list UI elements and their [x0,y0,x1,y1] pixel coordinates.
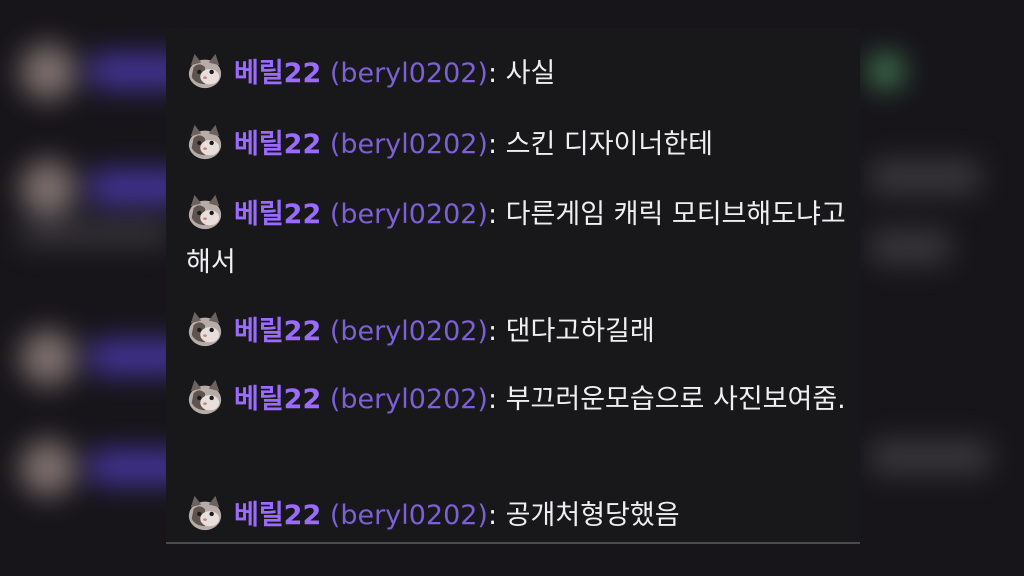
chat-message: 베릴22 (beryl0202): 다른게임 캐릭 모티브해도냐고해서 [186,191,862,287]
chat-panel: 베릴22 (beryl0202): 사실 베릴22 (beryl0202): 스… [166,28,860,544]
display-name[interactable]: 베릴22 [234,316,321,347]
cat-avatar-icon[interactable] [186,494,224,532]
chat-message: 베릴22 (beryl0202): 부끄러운모습으로 사진보여줌. [186,376,862,424]
message-separator: : [487,58,506,89]
message-separator: : [487,129,506,160]
message-text: 부끄러운모습으로 사진보여줌. [505,384,846,415]
cat-avatar-icon[interactable] [186,52,224,90]
login-name[interactable]: (beryl0202) [330,316,488,347]
message-separator: : [487,500,506,531]
display-name[interactable]: 베릴22 [234,129,321,160]
login-name[interactable]: (beryl0202) [330,384,488,415]
display-name[interactable]: 베릴22 [234,500,321,531]
message-separator: : [487,316,506,347]
display-name[interactable]: 베릴22 [234,58,321,89]
login-name[interactable]: (beryl0202) [330,199,488,230]
chat-message: 베릴22 (beryl0202): 공개처형당했음 [186,492,862,540]
display-name[interactable]: 베릴22 [234,199,321,230]
chat-screenshot: 베릴22 (beryl0202): 사실 베릴22 (beryl0202): 스… [0,0,1024,576]
login-name[interactable]: (beryl0202) [330,58,488,89]
chat-message: 베릴22 (beryl0202): 댄다고하길래 [186,308,862,356]
cat-avatar-icon[interactable] [186,378,224,416]
cat-avatar-icon[interactable] [186,193,224,231]
display-name[interactable]: 베릴22 [234,384,321,415]
login-name[interactable]: (beryl0202) [330,129,488,160]
message-text: 댄다고하길래 [505,316,655,347]
chat-message: 베릴22 (beryl0202): 스킨 디자이너한테 [186,121,862,169]
message-separator: : [487,199,506,230]
message-text: 공개처형당했음 [505,500,680,531]
chat-message: 베릴22 (beryl0202): 사실 [186,50,862,98]
message-separator: : [487,384,506,415]
cat-avatar-icon[interactable] [186,310,224,348]
login-name[interactable]: (beryl0202) [330,500,488,531]
cat-avatar-icon[interactable] [186,123,224,161]
message-text: 사실 [505,58,556,89]
message-text: 스킨 디자이너한테 [505,129,713,160]
